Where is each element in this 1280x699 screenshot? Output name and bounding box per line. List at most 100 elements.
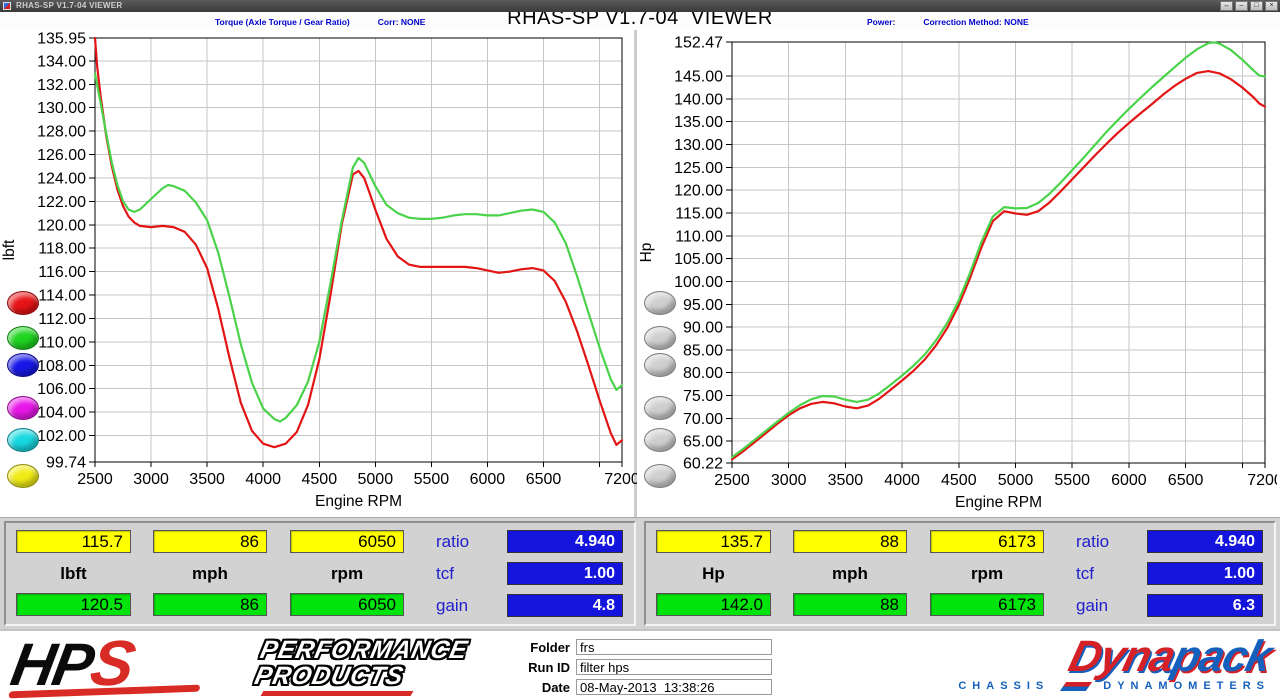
dynapack-logo-dyna: Dyna [1065,635,1180,679]
power-chart-panel: 152.47145.00140.00135.00130.00125.00120.… [637,30,1277,517]
run-slot-2-button[interactable] [644,326,676,350]
tcf-value: 1.00 [1147,562,1263,585]
svg-text:130.00: 130.00 [674,137,723,154]
run-slot-5-button[interactable] [644,428,676,452]
speed-value-run2: 86 [153,593,267,616]
dynapack-swoosh-icon [1060,682,1092,691]
svg-text:105.00: 105.00 [674,251,723,268]
run-select-green-button[interactable] [7,326,39,350]
svg-text:70.00: 70.00 [683,411,723,428]
run-id-input[interactable] [576,659,772,675]
run-slot-3-button[interactable] [644,353,676,377]
svg-text:126.00: 126.00 [37,147,86,164]
svg-text:lbft: lbft [1,239,18,260]
hps-tagline-line2: PRODUCTS [252,663,464,689]
dynapack-chassis-label: CHASSIS [958,680,1049,692]
power-correction-label: Correction Method: NONE [923,17,1028,27]
svg-text:104.00: 104.00 [37,405,86,422]
svg-text:65.00: 65.00 [683,434,723,451]
svg-text:125.00: 125.00 [674,160,723,177]
torque-chart[interactable]: 135.95134.00132.00130.00128.00126.00124.… [0,30,637,517]
speed-value-run1: 88 [793,530,907,553]
svg-text:7200: 7200 [604,471,637,488]
hps-tagline-underline [261,691,414,696]
torque-chart-panel: 135.95134.00132.00130.00128.00126.00124.… [0,30,637,517]
run-slot-4-button[interactable] [644,396,676,420]
folder-row: Folder [490,639,772,655]
run-select-red-button[interactable] [7,291,39,315]
svg-text:110.00: 110.00 [675,228,723,245]
svg-text:152.47: 152.47 [674,35,723,52]
rpm-value-run1: 6173 [930,530,1044,553]
svg-text:4500: 4500 [302,471,338,488]
torque-mode-label: Torque (Axle Torque / Gear Ratio) [215,17,350,27]
torque-value-run2: 120.5 [16,593,131,616]
header-band: RHAS-SP V1.7-04 VIEWER Torque (Axle Torq… [0,12,1280,30]
svg-text:132.00: 132.00 [37,77,86,94]
folder-label: Folder [490,640,576,655]
svg-text:90.00: 90.00 [683,320,723,337]
ratio-value: 4.940 [507,530,623,553]
charts-area: 135.95134.00132.00130.00128.00126.00124.… [0,30,1280,517]
torque-value-run1: 115.7 [16,530,131,553]
svg-text:4000: 4000 [245,471,281,488]
window-close-button[interactable]: × [1265,1,1278,11]
run-select-magenta-button[interactable] [7,396,39,420]
svg-text:3000: 3000 [133,471,169,488]
torque-unit-label: lbft [16,563,131,585]
date-input[interactable] [576,679,772,695]
svg-text:Hp: Hp [638,243,655,263]
svg-text:114.00: 114.00 [38,288,86,305]
ratio-value: 4.940 [1147,530,1263,553]
run-select-blue-button[interactable] [7,353,39,377]
svg-text:Engine RPM: Engine RPM [955,494,1042,511]
hps-tagline-line1: PERFORMANCE [258,637,470,663]
date-row: Date [490,679,772,695]
run-select-cyan-button[interactable] [7,428,39,452]
window-maximize-button[interactable]: □ [1250,1,1263,11]
speed-unit-label: mph [153,563,267,585]
svg-text:128.00: 128.00 [37,124,86,141]
svg-text:95.00: 95.00 [683,297,723,314]
tcf-label: tcf [436,562,500,585]
svg-text:108.00: 108.00 [37,358,86,375]
run-select-yellow-button[interactable] [7,464,39,488]
run-slot-6-button[interactable] [644,464,676,488]
power-value-run2: 142.0 [656,593,771,616]
ratio-label: ratio [1076,530,1140,553]
svg-text:80.00: 80.00 [683,365,723,382]
torque-header-info: Torque (Axle Torque / Gear Ratio)Corr: N… [215,17,453,27]
svg-text:124.00: 124.00 [37,170,86,187]
svg-text:145.00: 145.00 [674,69,723,86]
svg-text:115.00: 115.00 [675,206,723,223]
svg-text:135.00: 135.00 [674,114,723,131]
svg-text:3000: 3000 [771,472,807,489]
svg-text:5500: 5500 [1054,472,1090,489]
run-slot-1-button[interactable] [644,291,676,315]
folder-input[interactable] [576,639,772,655]
hps-tagline: PERFORMANCE PRODUCTS [252,637,470,689]
power-header-info: Power:Correction Method: NONE [867,17,1057,27]
rpm-value-run2: 6050 [290,593,404,616]
rpm-unit-label: rpm [290,563,404,585]
ratio-label: ratio [436,530,500,553]
gain-label: gain [1076,594,1140,617]
power-readout-panel: 135.7 88 6173 Hp mph rpm 142.0 88 6173 r… [644,521,1276,626]
window-minimize-button[interactable]: – [1235,1,1248,11]
rpm-value-run2: 6173 [930,593,1044,616]
power-unit-label: Hp [656,563,771,585]
dyno-viewer-window: RHAS-SP V1.7-04 VIEWER ↔ – □ × RHAS-SP V… [0,0,1280,699]
svg-text:2500: 2500 [714,472,750,489]
date-label: Date [490,680,576,695]
run-id-label: Run ID [490,660,576,675]
svg-text:85.00: 85.00 [683,342,723,359]
svg-text:60.22: 60.22 [683,456,723,473]
power-chart[interactable]: 152.47145.00140.00135.00130.00125.00120.… [637,30,1277,517]
svg-text:5500: 5500 [414,471,450,488]
run-id-row: Run ID [490,659,772,675]
svg-text:122.00: 122.00 [37,194,86,211]
svg-text:116.00: 116.00 [38,264,86,281]
window-restore-button[interactable]: ↔ [1220,1,1233,11]
app-icon [3,2,11,10]
svg-text:6500: 6500 [1168,472,1204,489]
